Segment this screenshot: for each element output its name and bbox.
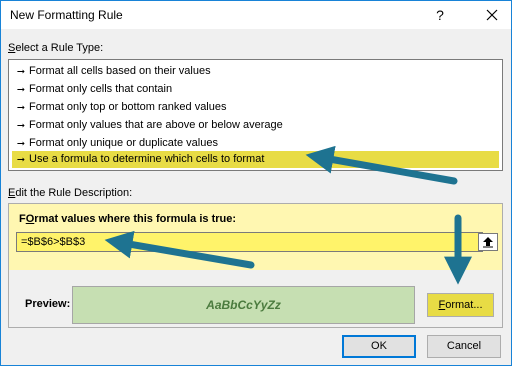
formula-label: FOrmat values where this formula is true… <box>19 213 237 225</box>
rule-type-item[interactable]: ⭢ Format only values that are above or be… <box>12 117 499 134</box>
collapse-arrow-icon <box>483 237 493 248</box>
formula-input[interactable]: =$B$6>$B$3 <box>16 232 483 252</box>
rule-description-panel: FOrmat values where this formula is true… <box>8 203 503 328</box>
rule-type-label: Select a Rule Type: <box>8 42 104 54</box>
arrow-bullet-icon: ⭢ <box>17 84 25 95</box>
rule-type-item[interactable]: ⭢ Format only cells that contain <box>12 81 499 98</box>
rule-type-item[interactable]: ⭢ Format only unique or duplicate values <box>12 135 499 152</box>
rule-type-item[interactable]: ⭢ Format only top or bottom ranked values <box>12 99 499 116</box>
rule-type-list[interactable]: ⭢ Format all cells based on their values … <box>8 59 503 171</box>
formula-section: FOrmat values where this formula is true… <box>9 204 502 270</box>
arrow-bullet-icon: ⭢ <box>17 154 25 165</box>
close-button[interactable] <box>473 1 511 29</box>
dialog-title: New Formatting Rule <box>10 8 123 22</box>
rule-description-label: Edit the Rule Description: <box>8 187 133 199</box>
arrow-bullet-icon: ⭢ <box>17 66 25 77</box>
arrow-bullet-icon: ⭢ <box>17 120 25 131</box>
help-button[interactable]: ? <box>429 5 451 25</box>
arrow-bullet-icon: ⭢ <box>17 138 25 149</box>
preview-label: Preview: <box>25 298 71 310</box>
cancel-button[interactable]: Cancel <box>427 335 501 358</box>
collapse-dialog-button[interactable] <box>478 233 498 251</box>
new-formatting-rule-dialog: New Formatting Rule ? Select a Rule Type… <box>0 0 512 366</box>
rule-type-item-selected[interactable]: ⭢ Use a formula to determine which cells … <box>12 151 499 168</box>
ok-button[interactable]: OK <box>342 335 416 358</box>
close-icon <box>486 9 498 21</box>
arrow-bullet-icon: ⭢ <box>17 102 25 113</box>
format-button[interactable]: Format... <box>427 293 494 317</box>
preview-box: AaBbCcYyZz <box>72 286 415 324</box>
title-bar: New Formatting Rule ? <box>1 1 511 29</box>
rule-type-item[interactable]: ⭢ Format all cells based on their values <box>12 63 499 80</box>
